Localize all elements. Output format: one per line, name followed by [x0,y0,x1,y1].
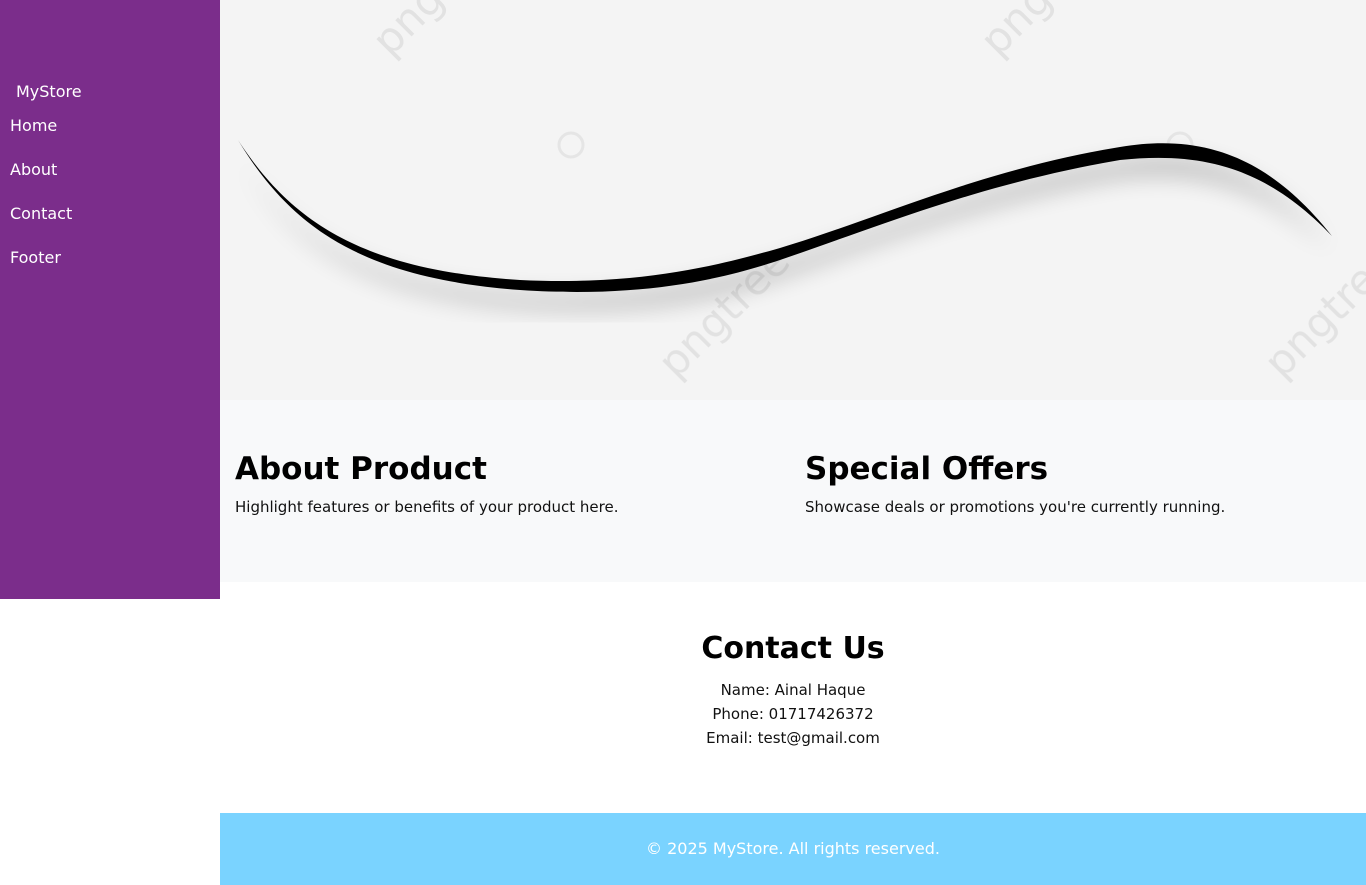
contact-section: Contact Us Name: Ainal Haque Phone: 0171… [220,582,1366,813]
brand-logo[interactable]: MyStore [16,82,82,102]
feature-card-special-offers: Special Offers Showcase deals or promoti… [805,450,1325,517]
sidebar: MyStore Home About Contact Footer [0,0,220,599]
sidebar-item-about[interactable]: About [10,160,57,180]
watermark-text: pngtree [362,0,513,65]
hero-image: pngtree pngtree pngtree pngtree [238,0,1366,387]
contact-name: Name: Ainal Haque [720,681,866,699]
sidebar-item-footer[interactable]: Footer [10,248,61,268]
features-section: About Product Highlight features or bene… [220,400,1366,582]
sidebar-item-home[interactable]: Home [10,116,57,136]
feature-title: Special Offers [805,451,1049,487]
feature-text: Highlight features or benefits of your p… [235,498,619,516]
page-footer: © 2025 MyStore. All rights reserved. [220,813,1366,885]
feature-title: About Product [235,451,487,487]
contact-phone: Phone: 01717426372 [712,705,874,723]
contact-email: Email: test@gmail.com [706,729,880,747]
contact-title: Contact Us [701,631,885,666]
feature-card-about-product: About Product Highlight features or bene… [235,450,755,517]
watermark-copyright-icon [557,131,585,159]
watermark-text: pngtree [1254,236,1366,387]
watermark-text: pngtree [970,0,1121,65]
sidebar-item-contact[interactable]: Contact [10,204,72,224]
feature-text: Showcase deals or promotions you're curr… [805,498,1226,516]
hero-banner: pngtree pngtree pngtree pngtree [220,0,1366,400]
footer-copyright: © 2025 MyStore. All rights reserved. [646,839,940,858]
